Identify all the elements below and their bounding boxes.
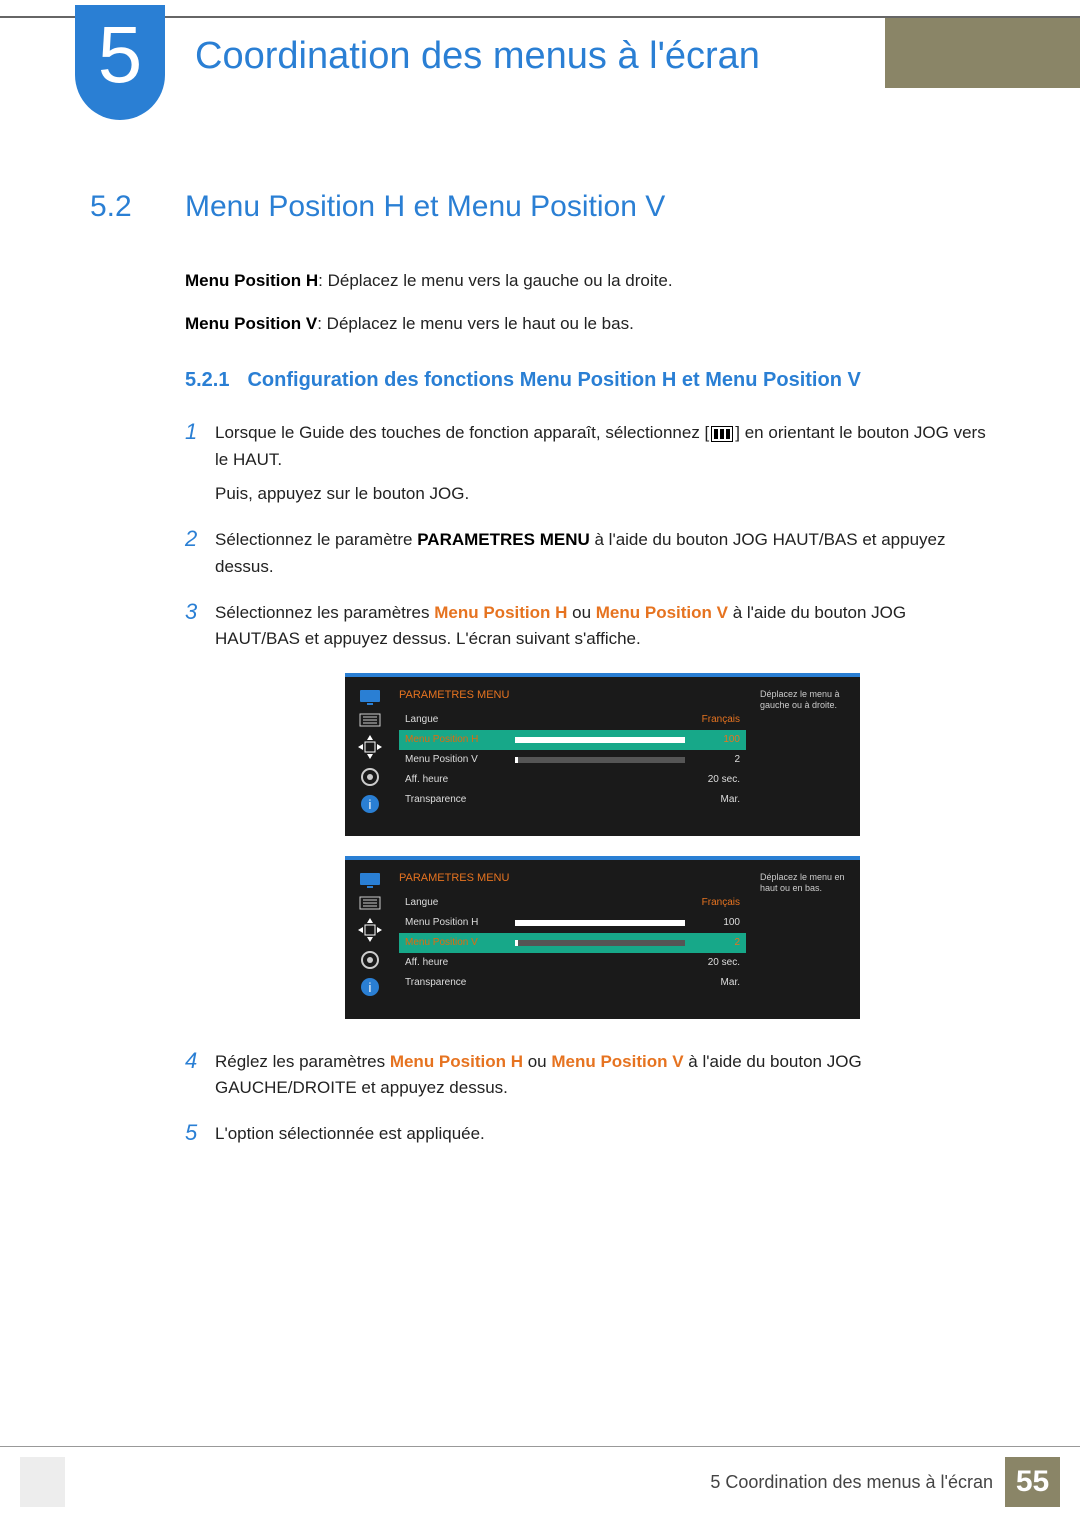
osd-title: PARAMETRES MENU	[399, 870, 746, 887]
osd-screenshot-h: i PARAMETRES MENU Langue Français Menu P…	[345, 673, 860, 836]
step-body: Sélectionnez le paramètre PARAMETRES MEN…	[215, 527, 990, 588]
monitor-icon	[359, 689, 381, 705]
menu-grid-icon	[711, 426, 733, 442]
osd-row-transp: Transparence Mar.	[399, 790, 746, 810]
chapter-number: 5	[98, 10, 143, 99]
step-4: 4 Réglez les paramètres Menu Position H …	[185, 1049, 990, 1110]
osd-side-icons: i	[351, 683, 389, 830]
desc-h-label: Menu Position H	[185, 271, 318, 290]
text: Sélectionnez les paramètres	[215, 603, 434, 622]
osd-screenshot-v: i PARAMETRES MENU Langue Français Menu P…	[345, 856, 860, 1019]
osd-title: PARAMETRES MENU	[399, 687, 746, 704]
footer-rule	[0, 1446, 1080, 1447]
text: Lorsque le Guide des touches de fonction…	[215, 423, 709, 442]
text: ou	[567, 603, 595, 622]
move-icon	[358, 735, 382, 759]
step-body: L'option sélectionnée est appliquée.	[215, 1121, 990, 1155]
step-num: 2	[185, 527, 215, 588]
osd-main: PARAMETRES MENU Langue Français Menu Pos…	[389, 866, 754, 1013]
text: L'option sélectionnée est appliquée.	[215, 1121, 990, 1147]
osd-main: PARAMETRES MENU Langue Français Menu Pos…	[389, 683, 754, 830]
slider-bar	[515, 940, 685, 946]
move-icon	[358, 918, 382, 942]
svg-text:i: i	[369, 797, 372, 812]
step-5: 5 L'option sélectionnée est appliquée.	[185, 1121, 990, 1155]
step-list: 1 Lorsque le Guide des touches de foncti…	[185, 420, 990, 1156]
text: Sélectionnez le paramètre	[215, 530, 417, 549]
footer-bar: 5 Coordination des menus à l'écran 55	[710, 1457, 1060, 1507]
chapter-badge: 5	[75, 5, 165, 120]
desc-h: Menu Position H: Déplacez le menu vers l…	[185, 269, 990, 294]
page-content: 5.2 Menu Position H et Menu Position V M…	[90, 190, 990, 1168]
osd-tip-h: Déplacez le menu à gauche ou à droite.	[754, 683, 854, 830]
osd-row-aff: Aff. heure 20 sec.	[399, 770, 746, 790]
osd-row-pos-v: Menu Position V 2	[399, 933, 746, 953]
osd-side-icons: i	[351, 866, 389, 1013]
footer-left-stripe	[20, 1457, 65, 1507]
osd-row-langue: Langue Français	[399, 893, 746, 913]
osd-row-pos-v: Menu Position V 2	[399, 750, 746, 770]
section-title: Menu Position H et Menu Position V	[185, 190, 665, 224]
step-num: 4	[185, 1049, 215, 1110]
subsection-heading: 5.2.1 Configuration des fonctions Menu Po…	[185, 366, 990, 395]
list-icon	[359, 713, 381, 727]
step-3: 3 Sélectionnez les paramètres Menu Posit…	[185, 600, 990, 1037]
desc-v-text: : Déplacez le menu vers le haut ou le ba…	[317, 314, 634, 333]
info-icon: i	[361, 978, 379, 996]
text-emph: Menu Position H	[434, 603, 567, 622]
step-body: Lorsque le Guide des touches de fonction…	[215, 420, 990, 515]
osd-tip-v: Déplacez le menu en haut ou en bas.	[754, 866, 854, 1013]
step-1: 1 Lorsque le Guide des touches de foncti…	[185, 420, 990, 515]
step-body: Sélectionnez les paramètres Menu Positio…	[215, 600, 990, 1037]
osd-row-aff: Aff. heure 20 sec.	[399, 953, 746, 973]
osd-row-pos-h: Menu Position H 100	[399, 913, 746, 933]
text-emph: Menu Position H	[390, 1052, 523, 1071]
step-body: Réglez les paramètres Menu Position H ou…	[215, 1049, 990, 1110]
info-icon: i	[361, 795, 379, 813]
chapter-title: Coordination des menus à l'écran	[195, 35, 760, 78]
desc-h-text: : Déplacez le menu vers la gauche ou la …	[318, 271, 672, 290]
step-2: 2 Sélectionnez le paramètre PARAMETRES M…	[185, 527, 990, 588]
text-emph: Menu Position V	[551, 1052, 683, 1071]
slider-bar	[515, 757, 685, 763]
desc-v: Menu Position V: Déplacez le menu vers l…	[185, 312, 990, 337]
desc-v-label: Menu Position V	[185, 314, 317, 333]
subsection-title: Configuration des fonctions Menu Positio…	[247, 369, 860, 391]
step-num: 1	[185, 420, 215, 515]
gear-icon	[360, 767, 380, 787]
step-num: 5	[185, 1121, 215, 1155]
osd-row-transp: Transparence Mar.	[399, 973, 746, 993]
subsection-number: 5.2.1	[185, 369, 229, 391]
footer-label: 5 Coordination des menus à l'écran	[710, 1472, 993, 1493]
gear-icon	[360, 950, 380, 970]
header-accent-bar	[885, 18, 1080, 88]
osd-row-pos-h: Menu Position H 100	[399, 730, 746, 750]
svg-text:i: i	[369, 980, 372, 995]
osd-row-langue: Langue Français	[399, 710, 746, 730]
footer-page-number: 55	[1005, 1457, 1060, 1507]
text-emph: Menu Position V	[596, 603, 728, 622]
monitor-icon	[359, 872, 381, 888]
text: Puis, appuyez sur le bouton JOG.	[215, 481, 990, 507]
step-num: 3	[185, 600, 215, 1037]
text-bold: PARAMETRES MENU	[417, 530, 590, 549]
list-icon	[359, 896, 381, 910]
text: ou	[523, 1052, 551, 1071]
section-heading: 5.2 Menu Position H et Menu Position V	[90, 190, 990, 224]
section-number: 5.2	[90, 190, 185, 224]
slider-bar	[515, 920, 685, 926]
slider-bar	[515, 737, 685, 743]
text: Réglez les paramètres	[215, 1052, 390, 1071]
